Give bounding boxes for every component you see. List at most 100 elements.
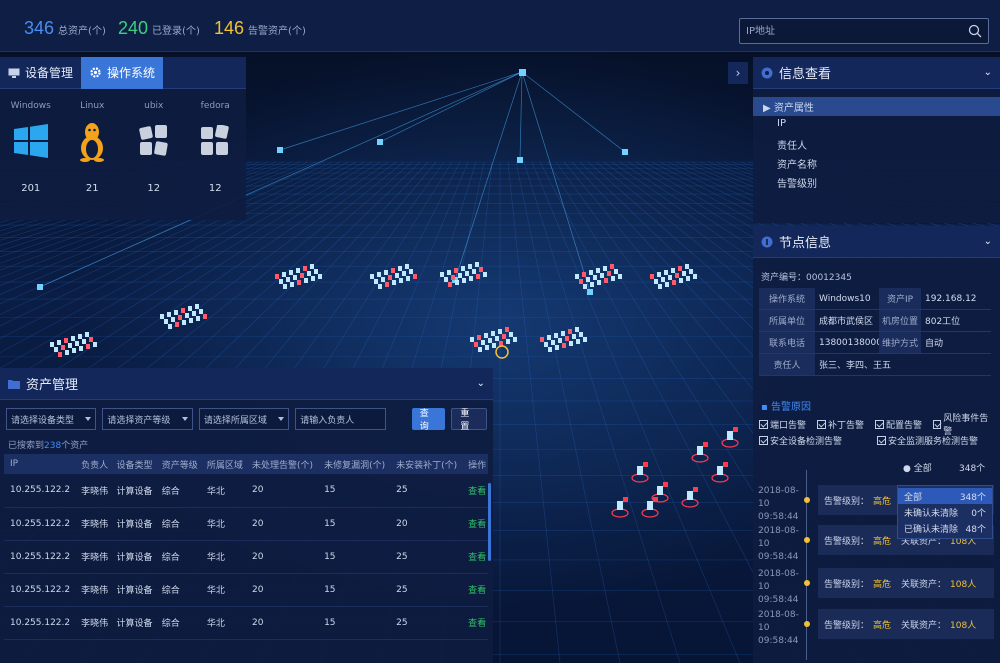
timeline-dot [804,621,810,627]
os-item-fedora[interactable]: fedora 12 [187,101,243,194]
info-item-asset-name[interactable]: 资产名称 [753,154,1000,173]
attr-value: 13800138000 [815,332,882,354]
column-header[interactable]: IP [4,454,76,474]
table-cell: 李晓伟 [75,573,111,607]
column-header[interactable]: 未修复漏洞(个) [318,454,391,474]
stat-logged: 240 已登录(个) [118,18,200,39]
table-cell: 计算设备 [110,606,156,640]
table-row[interactable]: 10.255.122.2 李晓伟 计算设备 综合 华北 20 15 25 查看 [4,573,488,607]
alarm-checkbox[interactable]: 安全监测服务检测告警 [877,433,995,447]
caret-down-icon [278,417,285,421]
table-cell: 25 [390,474,463,508]
asset-number: 资产编号：00012345 [761,273,852,283]
device-type-select[interactable]: 请选择设备类型 [6,408,97,430]
stat-total-number: 346 [24,18,55,38]
timeline-item[interactable]: 2018-08-1009:58:44 告警级别：高危关联资产：108人 [758,568,998,608]
info-item-alarm-level[interactable]: 告警级别 [753,173,1000,192]
table-cell: 10.255.122.2 [4,540,76,574]
alarm-checkbox[interactable]: 补丁告警 [817,417,875,431]
timeline-dot [804,580,810,586]
attr-key: 机房位置 [879,310,921,332]
column-header[interactable]: 资产等级 [155,454,201,474]
tab-operating-system[interactable]: 操作系统 [81,56,164,89]
table-scrollbar[interactable] [488,483,491,561]
stat-logged-label: 已登录(个) [152,26,200,37]
table-cell: 10.255.122.2 [4,507,76,541]
device-panel: 设备管理 操作系统 Windows 201 Linux 21 ubix 12 f… [0,56,246,220]
info-circle-icon [761,67,773,78]
os-name: Linux [80,101,105,111]
info-item-owner[interactable]: 责任人 [753,135,1000,154]
reset-button[interactable]: 重置 [451,408,488,432]
os-item-windows[interactable]: Windows 201 [3,101,59,194]
search-result-count: 已搜索到238个资产 [8,441,89,451]
alarm-status-dropdown[interactable]: 全部 348个 未确认未清除 0个 已确认未清除 48个 [897,485,993,539]
dropdown-option[interactable]: 全部 348个 [898,488,992,504]
info-panel-title: 信息查看 [779,67,832,82]
asset-panel-header[interactable]: 资产管理 ⌄ [0,368,493,400]
dropdown-option[interactable]: 已确认未清除 48个 [898,520,992,536]
info-item-ip[interactable]: IP [753,116,1000,135]
search-input[interactable] [740,19,960,43]
checkbox-icon [759,435,768,445]
table-cell: 华北 [200,573,247,607]
collapse-right-panel-button[interactable]: › [728,62,748,84]
alarm-filter[interactable]: ● 全部 348个 [753,455,1000,479]
checkbox-label: 补丁告警 [828,420,865,431]
table-cell: 10.255.122.2 [4,606,76,640]
alarm-checkbox[interactable]: 端口告警 [759,417,817,431]
dropdown-option[interactable]: 未确认未清除 0个 [898,504,992,520]
search-icon[interactable] [968,24,982,38]
table-cell: 10.255.122.2 [4,474,76,508]
filter-all[interactable]: ● 全部 [903,461,932,474]
table-cell: 计算设备 [110,540,156,574]
caret-right-icon: ▶ [763,103,774,114]
column-header[interactable]: 所属区域 [200,454,247,474]
os-item-linux[interactable]: Linux 21 [64,101,120,194]
view-link[interactable]: 查看 [462,540,488,574]
column-header[interactable]: 负责人 [75,454,111,474]
column-header[interactable]: 未安装补丁(个) [390,454,463,474]
stat-total: 346 总资产(个) [24,18,106,39]
attr-key: 责任人 [759,354,815,376]
column-header[interactable]: 操作 [462,454,488,474]
os-item-ubix[interactable]: ubix 12 [126,101,182,194]
timeline-time: 2018-08-10 09:58:44 [758,526,799,562]
tab-device-management[interactable]: 设备管理 [0,57,81,89]
info-item-asset-attr[interactable]: ▶ 资产属性 [753,97,1000,116]
owner-input[interactable]: 请输入负责人 [295,408,386,430]
view-link[interactable]: 查看 [462,474,488,508]
table-cell: 综合 [155,507,201,541]
table-row[interactable]: 10.255.122.2 李晓伟 计算设备 综合 华北 20 15 20 查看 [4,507,488,541]
view-link[interactable]: 查看 [462,573,488,607]
view-link[interactable]: 查看 [462,606,488,640]
table-row[interactable]: 10.255.122.2 李晓伟 计算设备 综合 华北 20 15 25 查看 [4,540,488,574]
alarm-checkbox[interactable]: 安全设备检测告警 [759,433,877,447]
table-row[interactable]: 10.255.122.2 李晓伟 计算设备 综合 华北 20 15 25 查看 [4,606,488,640]
column-header[interactable]: 未处理告警(个) [246,454,319,474]
alarm-checkbox[interactable]: 配置告警 [875,417,933,431]
asset-level-select[interactable]: 请选择资产等级 [102,408,193,430]
query-button[interactable]: 查询 [411,408,446,432]
chevron-down-icon: ⌄ [983,236,992,247]
folder-icon [8,379,20,389]
column-header[interactable]: 设备类型 [110,454,156,474]
info-item-label: 资产属性 [773,103,814,114]
info-panel-header[interactable]: 信息查看 ⌄ [753,57,1000,89]
timeline-dot [804,497,810,503]
chevron-right-icon: › [735,66,741,80]
ip-search [739,18,989,44]
node-panel-header[interactable]: 节点信息 ⌄ [753,226,1000,258]
attr-key: 操作系统 [759,288,815,310]
table-cell: 20 [246,540,319,574]
region-select[interactable]: 请选择所属区域 [198,408,290,430]
view-link[interactable]: 查看 [462,507,488,541]
table-cell: 15 [318,606,391,640]
timeline-item[interactable]: 2018-08-1009:58:44 告警级别：高危关联资产：108人 [758,609,998,649]
alarm-checkbox[interactable]: 风险事件告警 [933,414,991,437]
timeline-time: 2018-08-10 09:58:44 [758,569,799,605]
checkbox-label: 端口告警 [770,420,807,431]
table-row[interactable]: 10.255.122.2 李晓伟 计算设备 综合 华北 20 15 25 查看 [4,474,488,508]
timeline-card: 告警级别：高危关联资产：108人 [818,609,994,639]
os-count: 201 [21,183,41,194]
